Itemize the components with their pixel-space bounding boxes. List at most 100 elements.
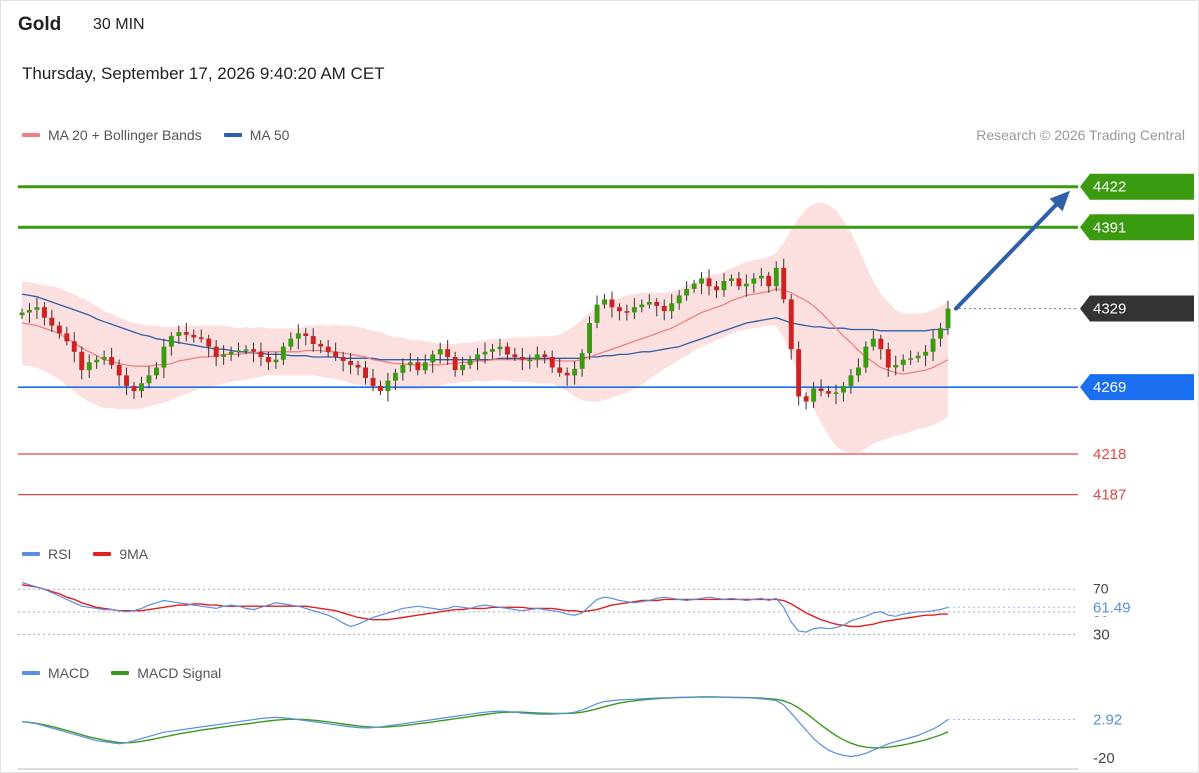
rsi-level-label-70: 70 <box>1093 580 1109 596</box>
candle-body-up <box>602 299 607 305</box>
candle-body-down <box>124 375 129 386</box>
candle-body-up <box>19 312 25 316</box>
candle-body-down <box>363 367 368 378</box>
candle-body-up <box>228 351 234 355</box>
candle-body-down <box>445 349 451 358</box>
candle-body-down <box>318 343 324 347</box>
candle-body-up <box>773 267 779 287</box>
candle-body-up <box>572 368 578 376</box>
candle-body-up <box>751 278 757 284</box>
candle-body-down <box>116 364 122 376</box>
candle-body-up <box>743 283 749 287</box>
candle-body-up <box>729 278 734 281</box>
candle-body-up <box>669 303 675 312</box>
candle-body-down <box>56 325 62 334</box>
candle-body-up <box>422 362 428 371</box>
candle-body-up <box>594 304 600 323</box>
candle <box>796 341 802 406</box>
candle-body-down <box>452 357 458 371</box>
candle-body-up <box>27 309 32 313</box>
candle-body-up <box>870 338 876 347</box>
rsi-last-value: 61.49 <box>1093 599 1131 616</box>
candle-body-down <box>564 372 570 376</box>
candle-body-up <box>900 359 906 365</box>
candle-body-down <box>325 346 331 352</box>
candle-body-up <box>856 367 861 376</box>
candle-body-up <box>94 359 100 363</box>
candle-body-up <box>691 283 697 289</box>
candle-body-up <box>848 375 854 386</box>
rsi-level-label-30: 30 <box>1093 626 1110 643</box>
level-label-4187: 4187 <box>1093 487 1126 504</box>
candle-body-down <box>333 351 339 357</box>
level-label-4269: 4269 <box>1093 379 1126 396</box>
candle-body-down <box>79 351 85 371</box>
candle-body-down <box>258 351 264 357</box>
candle-body-up <box>497 346 503 350</box>
candle-body-down <box>42 307 47 318</box>
candle-body-down <box>206 338 212 347</box>
candle-body-down <box>198 337 204 339</box>
candle-body-up <box>243 349 249 351</box>
candle-body-down <box>803 396 809 402</box>
candle-body-down <box>415 362 421 371</box>
candle-body-down <box>885 349 891 368</box>
level-label-4218: 4218 <box>1093 446 1126 463</box>
macd-level-label-neg20: -20 <box>1093 750 1115 767</box>
candle-body-down <box>348 361 354 365</box>
candle-body-down <box>557 367 563 373</box>
candle-body-down <box>213 346 219 358</box>
candle-body-down <box>183 332 189 335</box>
candle-body-up <box>579 353 585 369</box>
candle-body-up <box>893 364 899 368</box>
candle-body-up <box>280 346 286 360</box>
candle-body-down <box>714 286 719 291</box>
candle-body-down <box>49 317 55 326</box>
level-label-4422: 4422 <box>1093 179 1126 196</box>
candle-body-down <box>519 357 525 360</box>
candle-body-up <box>915 355 921 359</box>
candle-body-down <box>818 388 824 392</box>
candle-body-down <box>370 378 376 386</box>
candle-body-up <box>176 332 182 336</box>
candle-body-up <box>587 323 592 354</box>
candle-body-up <box>482 351 488 355</box>
candle-body-up <box>908 358 914 360</box>
candle-body-up <box>639 304 645 308</box>
candle-body-down <box>71 341 77 352</box>
level-label-4329: 4329 <box>1093 301 1126 318</box>
candle-body-down <box>661 305 667 312</box>
candle-body-down <box>191 334 197 338</box>
macd-signal-line <box>21 696 949 749</box>
candle-body-up <box>684 288 690 296</box>
candle-body-up <box>168 336 174 347</box>
candle-body-down <box>266 357 271 363</box>
level-label-4391: 4391 <box>1093 219 1126 236</box>
candle-body-down <box>131 385 137 392</box>
candle-body-up <box>385 380 391 392</box>
candle-body-down <box>617 307 622 312</box>
candle-body-down <box>109 357 115 365</box>
candle-body-down <box>542 354 548 357</box>
candle-body-down <box>736 278 742 287</box>
candle-body-up <box>721 281 727 291</box>
candle-body-down <box>310 336 316 344</box>
candle-body-up <box>161 346 167 368</box>
candle-body-up <box>460 364 466 371</box>
candle-body-up <box>923 351 929 356</box>
candle-body-up <box>437 349 443 355</box>
candle-body-down <box>303 333 309 336</box>
candle-body-down <box>609 299 615 308</box>
candle-body-up <box>295 333 301 339</box>
macd-line <box>21 696 949 758</box>
macd-last-value: 2.92 <box>1093 712 1122 729</box>
candle-body-up <box>236 350 241 352</box>
candle-body-up <box>676 295 682 304</box>
candle-body-up <box>467 359 473 365</box>
candle-body-up <box>646 302 652 305</box>
candle-body-down <box>706 278 712 287</box>
candle-body-down <box>512 354 518 357</box>
candle-body-up <box>34 307 40 310</box>
candle-body-up <box>154 367 159 376</box>
candle-body-up <box>930 338 936 352</box>
